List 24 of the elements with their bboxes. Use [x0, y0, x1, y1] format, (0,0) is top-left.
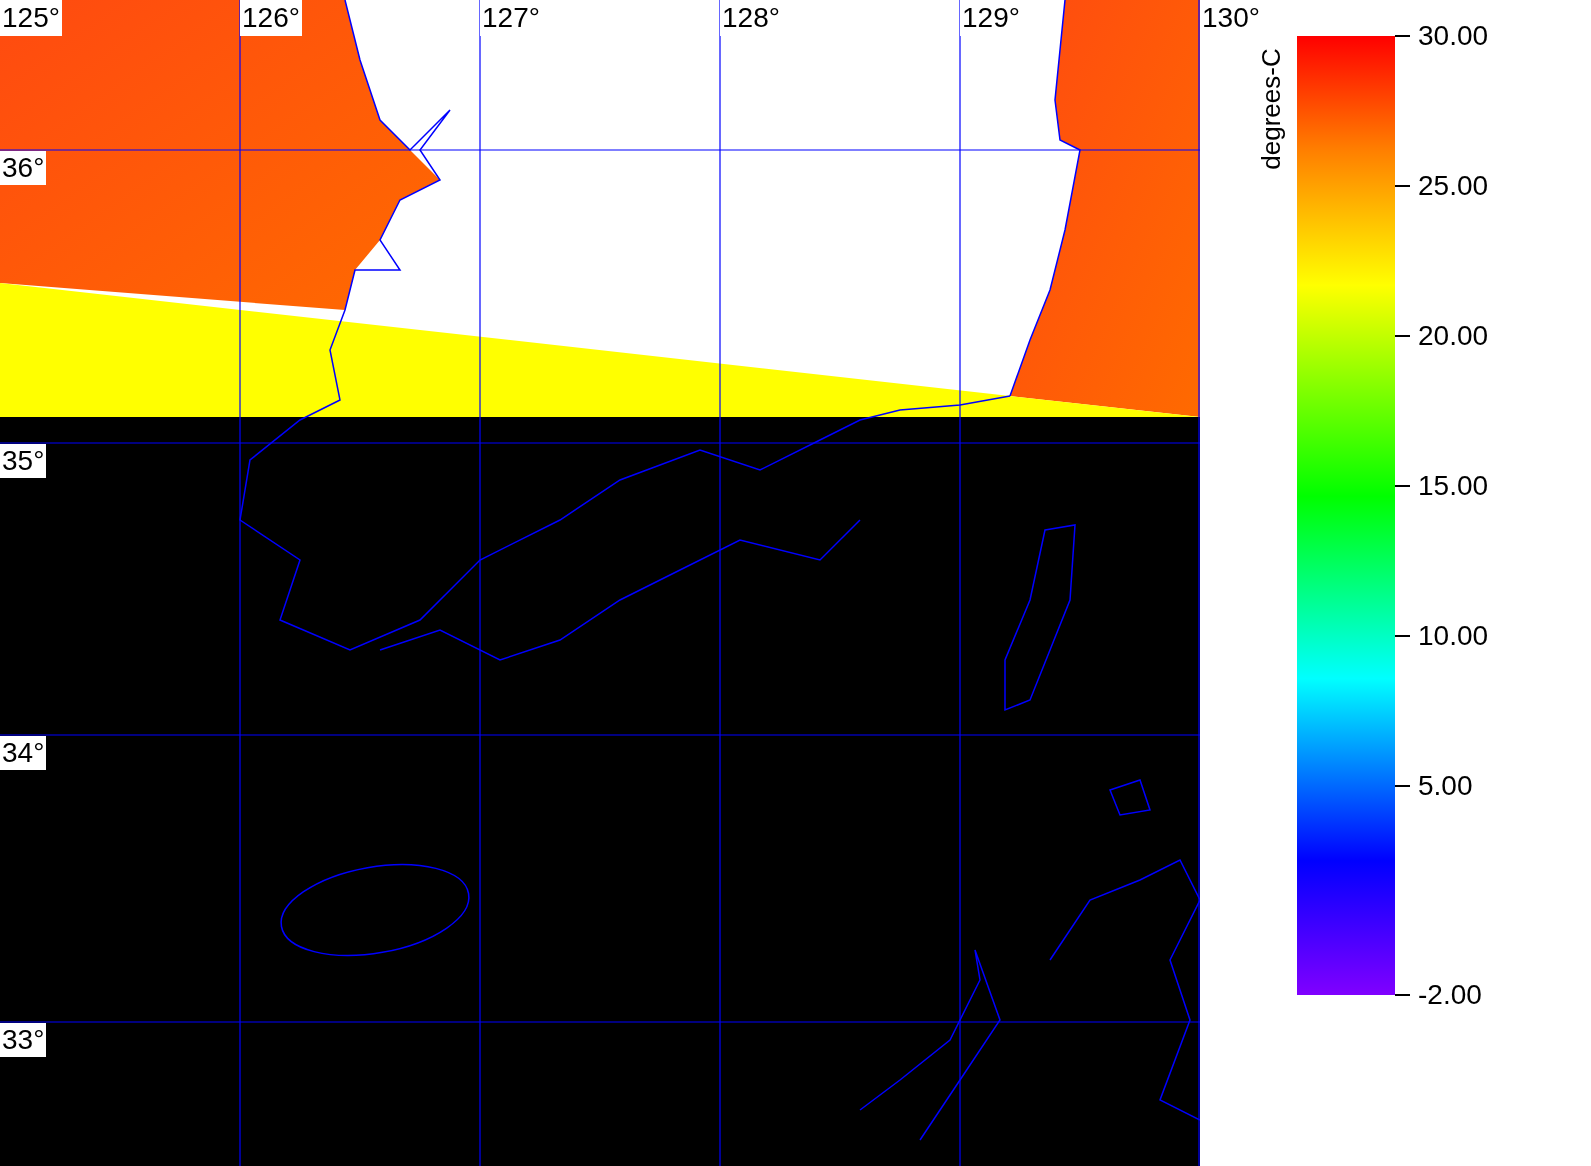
tick-mark [1395, 185, 1410, 187]
longitude-label: 128° [720, 0, 782, 36]
tick-mark [1395, 785, 1410, 787]
colorbar-tick-label: 15.00 [1418, 469, 1489, 503]
latitude-label: 36° [0, 151, 47, 185]
longitude-label: 126° [240, 0, 302, 36]
latitude-label: 35° [0, 444, 47, 478]
colorbar-tick-label: -2.00 [1418, 978, 1482, 1012]
colorbar-tick-label: 25.00 [1418, 169, 1489, 203]
longitude-label: 129° [960, 0, 1022, 36]
latitude-label: 33° [0, 1023, 47, 1057]
latitude-label: 34° [0, 736, 47, 770]
colorbar-tick-label: 20.00 [1418, 319, 1489, 353]
colorbar-tick-label: 10.00 [1418, 619, 1489, 653]
tick-mark [1395, 335, 1410, 337]
tick-mark [1395, 994, 1410, 996]
tick-mark [1395, 485, 1410, 487]
colorbar-title: degrees-C [1257, 48, 1284, 170]
longitude-label: 127° [480, 0, 542, 36]
tick-mark [1395, 35, 1410, 37]
longitude-label: 125° [0, 0, 62, 36]
colorbar-tick-label: 5.00 [1418, 769, 1473, 803]
tick-mark [1395, 635, 1410, 637]
colorbar-tick-label: 30.00 [1418, 19, 1489, 53]
